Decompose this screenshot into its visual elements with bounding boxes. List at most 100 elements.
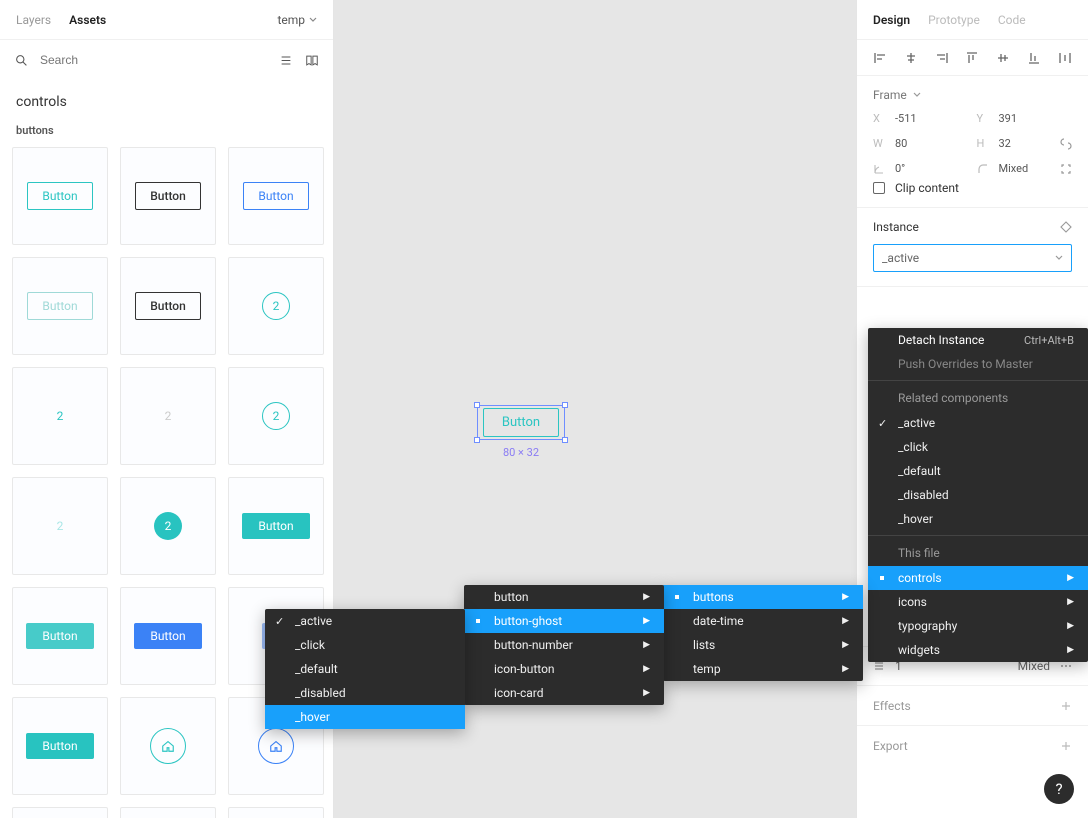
asset-thumb[interactable]: 2	[228, 257, 324, 355]
instance-submenu-states: ✓_active _click _default _disabled _hove…	[265, 609, 465, 729]
menu-file-typography[interactable]: typography▶	[868, 614, 1088, 638]
page-switcher[interactable]: temp	[277, 13, 317, 27]
asset-thumb[interactable]	[120, 807, 216, 818]
sample-button: Button	[27, 292, 92, 320]
menu-related-disabled[interactable]: _disabled	[868, 483, 1088, 507]
chevron-right-icon: ▶	[643, 688, 650, 698]
menu-detach-instance[interactable]: Detach Instance Ctrl+Alt+B	[868, 328, 1088, 352]
align-h-center-icon[interactable]	[904, 51, 918, 65]
tab-assets[interactable]: Assets	[69, 13, 106, 27]
menu-type-button-number[interactable]: button-number▶	[464, 633, 664, 657]
asset-thumb[interactable]: Button	[228, 477, 324, 575]
menu-state-default[interactable]: _default	[265, 657, 465, 681]
asset-thumb[interactable]: Button	[120, 257, 216, 355]
menu-state-hover[interactable]: _hover	[265, 705, 465, 729]
chevron-right-icon: ▶	[643, 640, 650, 650]
menu-type-icon-card[interactable]: icon-card▶	[464, 681, 664, 705]
asset-thumb[interactable]: 2	[120, 367, 216, 465]
align-bottom-icon[interactable]	[1027, 51, 1041, 65]
h-label: H	[977, 137, 989, 150]
asset-thumb[interactable]: Button	[12, 147, 108, 245]
menu-related-default[interactable]: _default	[868, 459, 1088, 483]
menu-state-click[interactable]: _click	[265, 633, 465, 657]
menu-file-icons[interactable]: icons▶	[868, 590, 1088, 614]
tab-prototype[interactable]: Prototype	[928, 13, 980, 27]
prop-rotation[interactable]: 0°	[873, 162, 969, 175]
go-to-master-icon[interactable]	[1060, 221, 1072, 233]
sample-button: Button	[26, 623, 93, 649]
plus-icon[interactable]	[1060, 700, 1072, 712]
resize-handle-nw[interactable]	[474, 402, 480, 408]
menu-type-icon-button[interactable]: icon-button▶	[464, 657, 664, 681]
resize-handle-sw[interactable]	[474, 437, 480, 443]
align-right-icon[interactable]	[935, 51, 949, 65]
selected-instance[interactable]: Button 80 × 32	[477, 405, 565, 459]
selection-dimensions: 80 × 32	[477, 446, 565, 459]
resize-handle-ne[interactable]	[562, 402, 568, 408]
clip-content-checkbox[interactable]	[873, 182, 885, 194]
menu-related-hover[interactable]: _hover	[868, 507, 1088, 531]
asset-thumb[interactable]	[228, 807, 324, 818]
menu-state-active[interactable]: ✓_active	[265, 609, 465, 633]
align-v-center-icon[interactable]	[996, 51, 1010, 65]
y-value: 391	[999, 112, 1018, 125]
menu-label: _disabled	[295, 686, 346, 700]
asset-thumb[interactable]: 2	[228, 367, 324, 465]
menu-type-button-ghost[interactable]: button-ghost▶	[464, 609, 664, 633]
clip-content-row[interactable]: Clip content	[873, 181, 1072, 195]
menu-group-lists[interactable]: lists▶	[663, 633, 863, 657]
asset-thumb[interactable]	[120, 697, 216, 795]
menu-type-button[interactable]: button▶	[464, 585, 664, 609]
tab-code[interactable]: Code	[998, 13, 1026, 27]
tab-layers[interactable]: Layers	[16, 13, 51, 27]
menu-group-buttons[interactable]: buttons▶	[663, 585, 863, 609]
instance-swap-select[interactable]: _active	[873, 244, 1072, 272]
distribute-icon[interactable]	[1058, 51, 1072, 65]
asset-thumb[interactable]: 2	[120, 477, 216, 575]
menu-label: temp	[693, 662, 721, 676]
prop-x[interactable]: X-511	[873, 112, 969, 125]
button-instance-label: Button	[483, 408, 559, 437]
w-value: 80	[895, 137, 907, 150]
asset-thumb[interactable]: Button	[12, 697, 108, 795]
asset-thumb[interactable]: Button	[12, 587, 108, 685]
menu-file-controls[interactable]: controls▶	[868, 566, 1088, 590]
tab-design[interactable]: Design	[873, 13, 910, 27]
menu-group-temp[interactable]: temp▶	[663, 657, 863, 681]
export-section[interactable]: Export	[857, 726, 1088, 766]
search-input[interactable]	[40, 53, 267, 67]
asset-thumb[interactable]: 2	[12, 367, 108, 465]
asset-thumb[interactable]: Button	[12, 257, 108, 355]
asset-thumb[interactable]: Button	[120, 587, 216, 685]
menu-file-widgets[interactable]: widgets▶	[868, 638, 1088, 662]
menu-related-active[interactable]: ✓_active	[868, 411, 1088, 435]
menu-group-datetime[interactable]: date-time▶	[663, 609, 863, 633]
menu-push-overrides[interactable]: Push Overrides to Master	[868, 352, 1088, 376]
asset-thumb[interactable]: 2	[12, 477, 108, 575]
prop-y[interactable]: Y391	[977, 112, 1073, 125]
prop-h[interactable]: H 32	[977, 137, 1011, 150]
effects-section[interactable]: Effects	[857, 686, 1088, 726]
h-value: 32	[999, 137, 1011, 150]
plus-icon[interactable]	[1060, 740, 1072, 752]
prop-w[interactable]: W80	[873, 137, 969, 150]
asset-thumb[interactable]	[12, 807, 108, 818]
align-left-icon[interactable]	[873, 51, 887, 65]
library-icon[interactable]	[305, 53, 319, 67]
constrain-proportions-icon[interactable]	[1060, 138, 1072, 150]
prop-radius[interactable]: Mixed	[977, 162, 1029, 175]
asset-thumb[interactable]: Button	[120, 147, 216, 245]
menu-related-click[interactable]: _click	[868, 435, 1088, 459]
help-button[interactable]: ?	[1044, 774, 1074, 804]
menu-label: _hover	[295, 710, 330, 724]
menu-state-disabled[interactable]: _disabled	[265, 681, 465, 705]
frame-section-title[interactable]: Frame	[873, 88, 1072, 102]
align-top-icon[interactable]	[965, 51, 979, 65]
chevron-right-icon: ▶	[1067, 645, 1074, 655]
asset-thumb[interactable]: Button	[228, 147, 324, 245]
list-view-icon[interactable]	[279, 53, 293, 67]
menu-label: button	[494, 590, 529, 604]
sample-button: Button	[135, 182, 201, 210]
independent-corners-icon[interactable]	[1060, 163, 1072, 175]
resize-handle-se[interactable]	[562, 437, 568, 443]
